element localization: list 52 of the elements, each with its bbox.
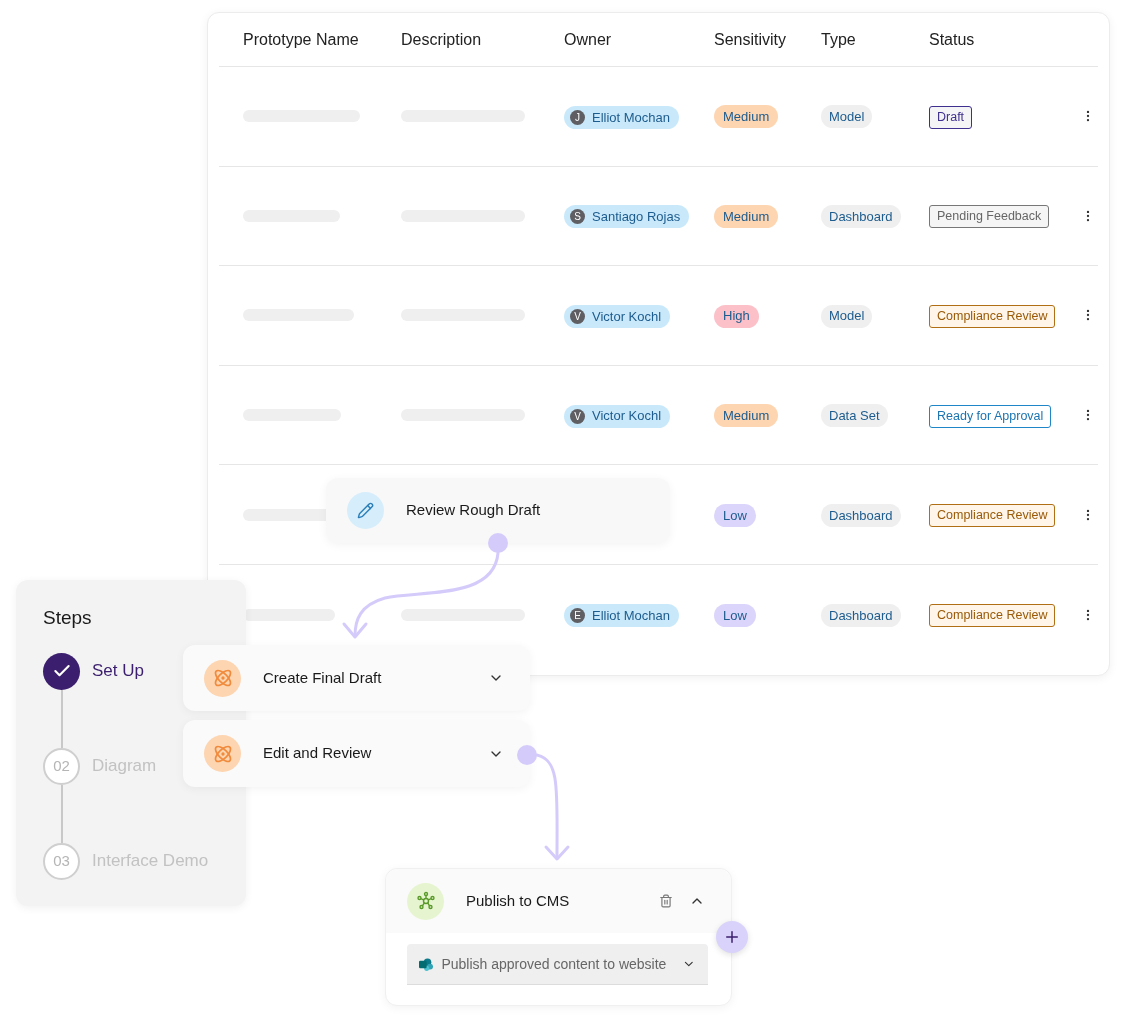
status-tag: Ready for Approval [929,404,1052,428]
app-icon [419,956,434,972]
panel-title: Steps [43,606,93,630]
type-tag: Dashboard [821,603,901,627]
step-number: 03 [43,842,80,880]
step-label[interactable]: Set Up [92,658,144,684]
pencil-icon [357,502,374,519]
step-number: 02 [43,747,80,785]
owner-name: Elliot Mochan [592,607,671,625]
owner-name: Victor Kochl [592,407,662,426]
type-tag: Data Set [821,404,888,428]
action-label: Publish approved content to website [441,954,667,974]
column-header: Sensitivity [714,29,788,50]
sensitivity-tag: Low [714,603,756,627]
sensitivity-tag: High [714,304,759,328]
action-dropdown[interactable]: Publish approved content to website [407,944,708,985]
owner-name: Victor Kochl [592,307,662,326]
add-button[interactable] [716,921,748,953]
column-header: Prototype Name [243,29,360,50]
column-header: Owner [564,29,613,50]
status-tag: Pending Feedback [929,205,1050,229]
network-icon [415,891,436,911]
status-tag: Draft [929,105,973,129]
flow-title: Review Rough Draft [406,500,541,521]
avatar: E [570,608,585,624]
atom-icon [212,668,233,688]
flow-title: Publish to CMS [466,890,570,911]
type-tag: Model [821,105,873,129]
column-header: Description [401,29,483,50]
type-tag: Model [821,304,873,328]
column-header: Status [929,29,976,50]
flow-title: Create Final Draft [263,667,382,688]
avatar: J [570,109,585,125]
type-tag: Dashboard [821,205,901,228]
sensitivity-tag: Medium [714,404,779,428]
sensitivity-tag: Medium [714,205,779,228]
delete-icon[interactable] [659,894,673,908]
plus-icon [723,928,741,946]
type-tag: Dashboard [821,503,901,527]
status-tag: Compliance Review [929,304,1056,328]
owner-name: Santiago Rojas [592,208,681,227]
avatar: V [570,309,585,324]
sensitivity-tag: Medium [714,105,779,129]
column-header: Type [821,29,857,50]
avatar: V [570,408,585,424]
sensitivity-tag: Low [714,503,756,527]
flow-title: Edit and Review [263,743,372,764]
avatar: S [570,209,585,225]
status-tag: Compliance Review [929,504,1056,528]
status-tag: Compliance Review [929,604,1056,628]
atom-icon [212,743,233,764]
owner-name: Elliot Mochan [592,108,671,127]
